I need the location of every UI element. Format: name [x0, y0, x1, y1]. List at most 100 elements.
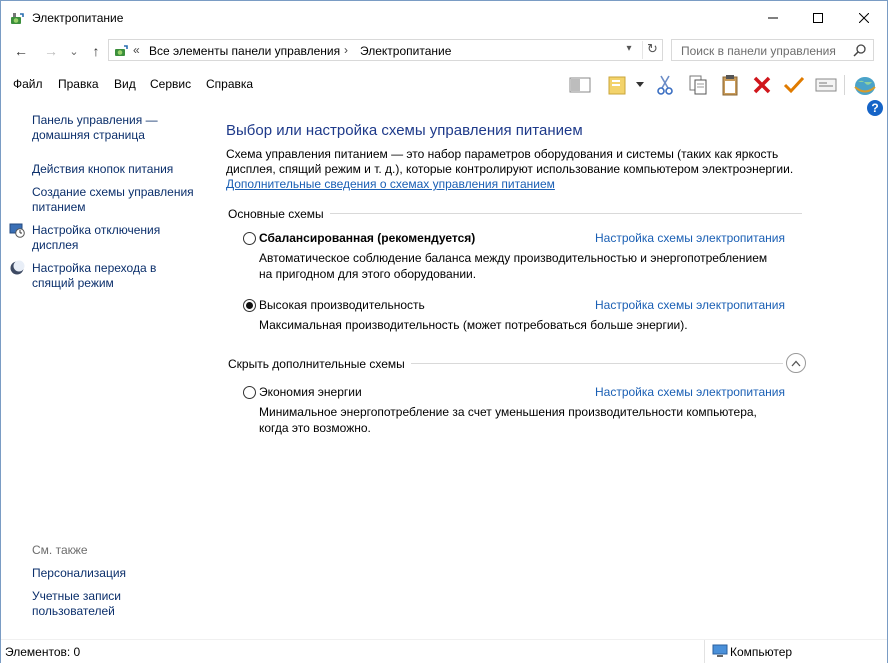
nav-link-line1: Персонализация: [32, 566, 127, 580]
scheme-radio-power-saver[interactable]: [243, 386, 256, 399]
paste-button[interactable]: [718, 73, 742, 97]
nav-link-line1: Панель управления —: [32, 113, 158, 127]
nav-link-line2: пользователей: [32, 604, 115, 618]
chevron-down-icon: ⌄: [69, 45, 79, 58]
menu-tools[interactable]: Сервис: [150, 77, 191, 91]
properties-button[interactable]: [814, 73, 838, 97]
status-bar: Элементов: 0 Компьютер: [1, 639, 887, 663]
moon-icon: [10, 260, 25, 275]
scheme-radio-high-performance[interactable]: [243, 299, 256, 312]
recent-locations-button[interactable]: ⌄: [65, 41, 83, 61]
control-panel-icon: [115, 45, 128, 56]
scheme-settings-link[interactable]: Настройка схемы электропитания: [595, 298, 785, 312]
web-button[interactable]: [853, 73, 877, 97]
nav-power-buttons[interactable]: Действия кнопок питания: [32, 162, 173, 177]
basic-plans-divider: [330, 213, 802, 214]
minimize-icon: [768, 17, 778, 19]
overflow-chevron-icon[interactable]: «: [133, 43, 140, 57]
scheme-description: Максимальная производительность (может п…: [259, 318, 688, 332]
minimize-button[interactable]: [750, 1, 796, 35]
maximize-button[interactable]: [795, 1, 841, 35]
layout-pane-button[interactable]: [568, 73, 592, 97]
status-divider: [704, 640, 705, 663]
nav-user-accounts[interactable]: Учетные записи пользователей: [32, 589, 121, 619]
nav-link-line1: Создание схемы управления: [32, 185, 194, 199]
menu-bar: Файл Правка Вид Сервис Справка: [1, 69, 887, 99]
search-icon: [853, 44, 866, 57]
window-title: Электропитание: [32, 11, 124, 25]
nav-create-power-plan[interactable]: Создание схемы управления питанием: [32, 185, 194, 215]
collapse-plans-button[interactable]: [786, 353, 806, 373]
close-button[interactable]: [841, 1, 887, 35]
scheme-settings-link[interactable]: Настройка схемы электропитания: [595, 385, 785, 399]
scheme-name[interactable]: Сбалансированная (рекомендуется): [259, 231, 475, 245]
nav-link-line2: питанием: [32, 200, 86, 214]
computer-icon: [712, 644, 728, 657]
dropdown-triangle-icon: [636, 82, 644, 87]
basic-plans-heading: Основные схемы: [228, 207, 324, 221]
nav-link-line2: дисплея: [32, 238, 79, 252]
toolbar-separator: [844, 75, 845, 95]
menu-edit[interactable]: Правка: [58, 77, 99, 91]
menu-help[interactable]: Справка: [206, 77, 253, 91]
main-content: Выбор или настройка схемы управления пит…: [213, 101, 887, 636]
nav-link-line1: Учетные записи: [32, 589, 121, 603]
breadcrumb-control-panel[interactable]: Все элементы панели управления: [149, 44, 340, 58]
search-placeholder: Поиск в панели управления: [681, 44, 836, 58]
close-icon: [859, 13, 869, 23]
delete-button[interactable]: [750, 73, 774, 97]
address-bar[interactable]: « Все элементы панели управления › Элект…: [108, 39, 663, 61]
cut-button[interactable]: [653, 73, 677, 97]
search-box[interactable]: Поиск в панели управления: [671, 39, 874, 61]
copy-button[interactable]: [686, 73, 710, 97]
up-arrow-icon: ↑: [92, 43, 100, 59]
title-bar: Электропитание: [1, 1, 887, 35]
power-options-window: Электропитание ← → ⌄ ↑ « Все элементы па…: [0, 0, 888, 663]
breadcrumb-power-options[interactable]: Электропитание: [360, 44, 451, 58]
apply-button[interactable]: [782, 73, 806, 97]
forward-arrow-icon: →: [44, 43, 58, 59]
item-count: Элементов: 0: [5, 645, 81, 659]
globe-icon: [854, 77, 876, 95]
properties-icon: [815, 78, 837, 92]
scheme-description: Минимальное энергопотребление за счет ум…: [259, 405, 757, 435]
nav-link-line1: Настройка отключения: [32, 223, 161, 237]
nav-link-line2: спящий режим: [32, 276, 114, 290]
nav-sleep-settings[interactable]: Настройка перехода в спящий режим: [32, 261, 156, 291]
chevron-up-icon: [791, 360, 801, 366]
scheme-name[interactable]: Высокая производительность: [259, 298, 425, 312]
forward-button[interactable]: →: [42, 41, 60, 61]
hidden-plans-divider: [411, 363, 783, 364]
display-clock-icon: [9, 223, 25, 238]
scheme-radio-balanced[interactable]: [243, 232, 256, 245]
breadcrumb-separator-icon[interactable]: ›: [344, 43, 348, 57]
nav-display-off-settings[interactable]: Настройка отключения дисплея: [32, 223, 160, 253]
hidden-plans-toggle-label[interactable]: Скрыть дополнительные схемы: [228, 357, 405, 371]
folder-view-icon: [608, 76, 626, 95]
more-info-link[interactable]: Дополнительные сведения о схемах управле…: [226, 177, 555, 191]
see-also-heading: См. также: [32, 543, 88, 557]
nav-link-line1: Действия кнопок питания: [32, 162, 174, 176]
delete-icon: [753, 76, 771, 94]
nav-control-panel-home[interactable]: Панель управления — домашняя страница: [32, 113, 158, 143]
up-button[interactable]: ↑: [87, 41, 105, 61]
nav-link-line2: домашняя страница: [32, 128, 145, 142]
power-options-icon: [11, 13, 24, 24]
folder-view-button[interactable]: [605, 73, 629, 97]
menu-view[interactable]: Вид: [114, 77, 136, 91]
refresh-button[interactable]: ↻: [642, 41, 662, 59]
scheme-description: Автоматическое соблюдение баланса между …: [259, 251, 768, 281]
scheme-name[interactable]: Экономия энергии: [259, 385, 362, 399]
back-button[interactable]: ←: [12, 41, 30, 61]
page-title: Выбор или настройка схемы управления пит…: [226, 122, 583, 139]
paste-icon: [722, 75, 738, 96]
zone-label: Компьютер: [730, 645, 793, 659]
left-navigation-pane: Панель управления — домашняя страница Де…: [1, 101, 213, 636]
address-dropdown-button[interactable]: ▾: [621, 43, 637, 59]
scheme-settings-link[interactable]: Настройка схемы электропитания: [595, 231, 785, 245]
menu-file[interactable]: Файл: [13, 77, 43, 91]
nav-personalization[interactable]: Персонализация: [32, 566, 126, 581]
folder-view-dropdown[interactable]: [632, 73, 648, 97]
nav-link-line1: Настройка перехода в: [32, 261, 157, 275]
layout-pane-icon: [569, 77, 591, 93]
